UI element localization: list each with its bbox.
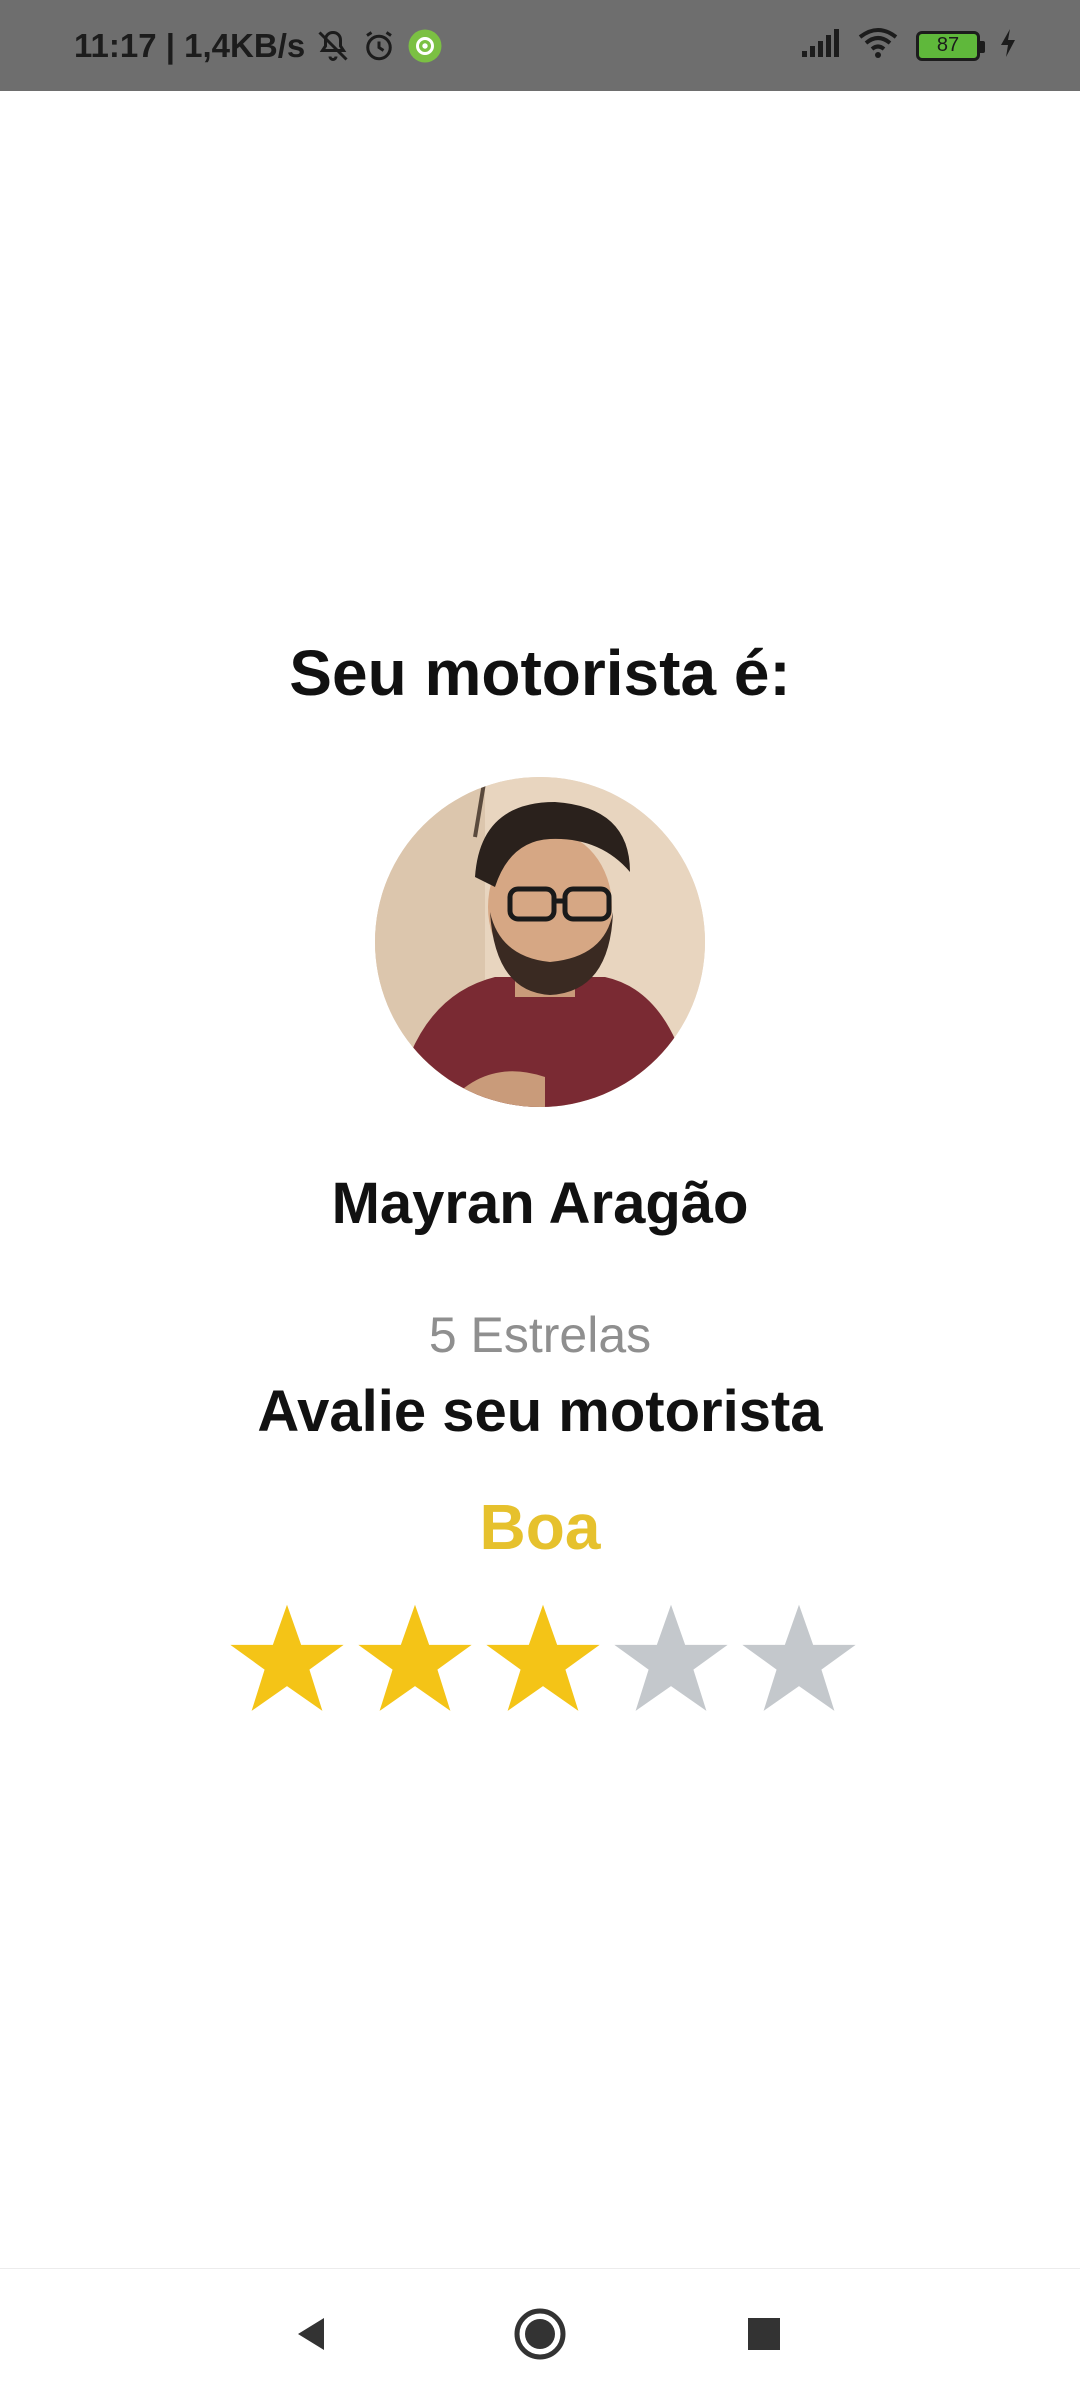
- star-filled-icon[interactable]: [356, 1600, 474, 1718]
- status-time-speed: 11:17 | 1,4KB/s: [74, 26, 306, 64]
- status-bar: 11:17 | 1,4KB/s 87: [0, 0, 1080, 91]
- home-button[interactable]: [505, 2299, 575, 2369]
- battery-level: 87: [936, 34, 960, 56]
- app-notification-icon: [407, 28, 443, 64]
- recents-button[interactable]: [729, 2299, 799, 2369]
- rate-driver-prompt: Avalie seu motorista: [257, 1379, 823, 1444]
- rating-stars: [228, 1600, 858, 1720]
- charging-icon: [998, 27, 1018, 64]
- home-icon: [514, 2308, 566, 2360]
- back-icon: [298, 2318, 324, 2350]
- star-empty-icon[interactable]: [740, 1600, 858, 1718]
- back-button[interactable]: [277, 2299, 347, 2369]
- navigation-bar: [0, 2268, 1080, 2400]
- star-filled-icon[interactable]: [228, 1600, 346, 1718]
- status-left: 11:17 | 1,4KB/s: [74, 0, 443, 91]
- notifications-off-icon: [315, 28, 351, 64]
- star-empty-icon[interactable]: [612, 1600, 730, 1718]
- battery-icon: 87: [916, 30, 985, 61]
- driver-avatar: [375, 777, 705, 1107]
- recents-icon: [748, 2318, 780, 2350]
- driver-name: Mayran Aragão: [331, 1171, 749, 1236]
- page-title: Seu motorista é:: [289, 637, 791, 709]
- wifi-icon: [858, 27, 898, 64]
- rating-label: Boa: [479, 1491, 601, 1563]
- status-right: 87: [800, 0, 1018, 91]
- alarm-icon: [361, 28, 397, 64]
- driver-stars-text: 5 Estrelas: [428, 1307, 652, 1363]
- screen: 11:17 | 1,4KB/s 87 Seu motorista é: Mayr…: [0, 0, 1080, 2400]
- star-filled-icon[interactable]: [484, 1600, 602, 1718]
- signal-icon: [800, 27, 840, 64]
